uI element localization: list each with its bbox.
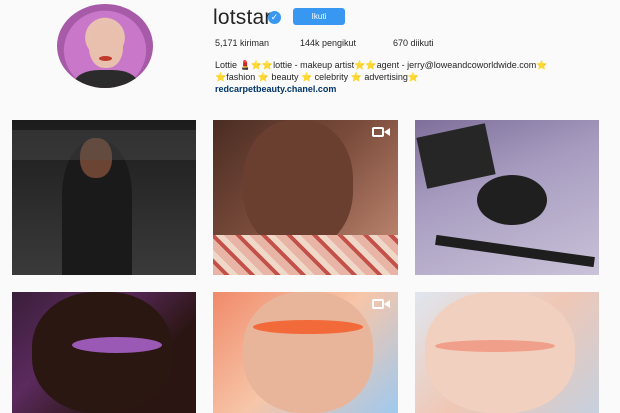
post-tile-5[interactable] (213, 292, 398, 413)
post-5-face (243, 292, 373, 413)
video-camera-icon (372, 126, 390, 138)
post-3-pencil (435, 234, 595, 268)
post-tile-6[interactable] (415, 292, 599, 413)
avatar[interactable] (57, 4, 153, 88)
post-5-eyeshadow (253, 320, 363, 334)
post-2-shirt (213, 235, 398, 275)
profile-bio: Lottie 💄⭐⭐lottie - makeup artist⭐⭐agent … (215, 59, 615, 83)
post-3-jar (477, 175, 547, 225)
bio-link[interactable]: redcarpetbeauty.chanel.com (215, 84, 336, 94)
post-tile-1[interactable] (12, 120, 196, 275)
post-2-face (243, 120, 353, 250)
post-3-box (416, 123, 496, 189)
profile-header: lotstar ✓ Ikuti 5,171 kiriman 144k pengi… (0, 0, 620, 105)
post-tile-2[interactable] (213, 120, 398, 275)
followers-count[interactable]: 144k pengikut (300, 38, 356, 48)
video-camera-icon (372, 298, 390, 310)
post-1-backdrop (12, 130, 196, 160)
post-6-face (425, 292, 575, 413)
profile-username: lotstar (213, 6, 272, 29)
post-4-eyeshadow (72, 337, 162, 353)
avatar-face (89, 24, 123, 68)
post-tile-4[interactable] (12, 292, 196, 413)
bio-line-1: Lottie 💄⭐⭐lottie - makeup artist⭐⭐agent … (215, 60, 548, 70)
bio-line-2: ⭐fashion ⭐ beauty ⭐ celebrity ⭐ advertis… (215, 72, 420, 82)
avatar-body (75, 70, 137, 88)
verified-badge-icon: ✓ (268, 11, 281, 24)
follow-button[interactable]: Ikuti (293, 8, 345, 25)
following-count[interactable]: 670 diikuti (393, 38, 434, 48)
posts-count[interactable]: 5,171 kiriman (215, 38, 269, 48)
post-tile-3[interactable] (415, 120, 599, 275)
avatar-lips (99, 56, 112, 61)
post-6-eyeshadow (435, 340, 555, 352)
